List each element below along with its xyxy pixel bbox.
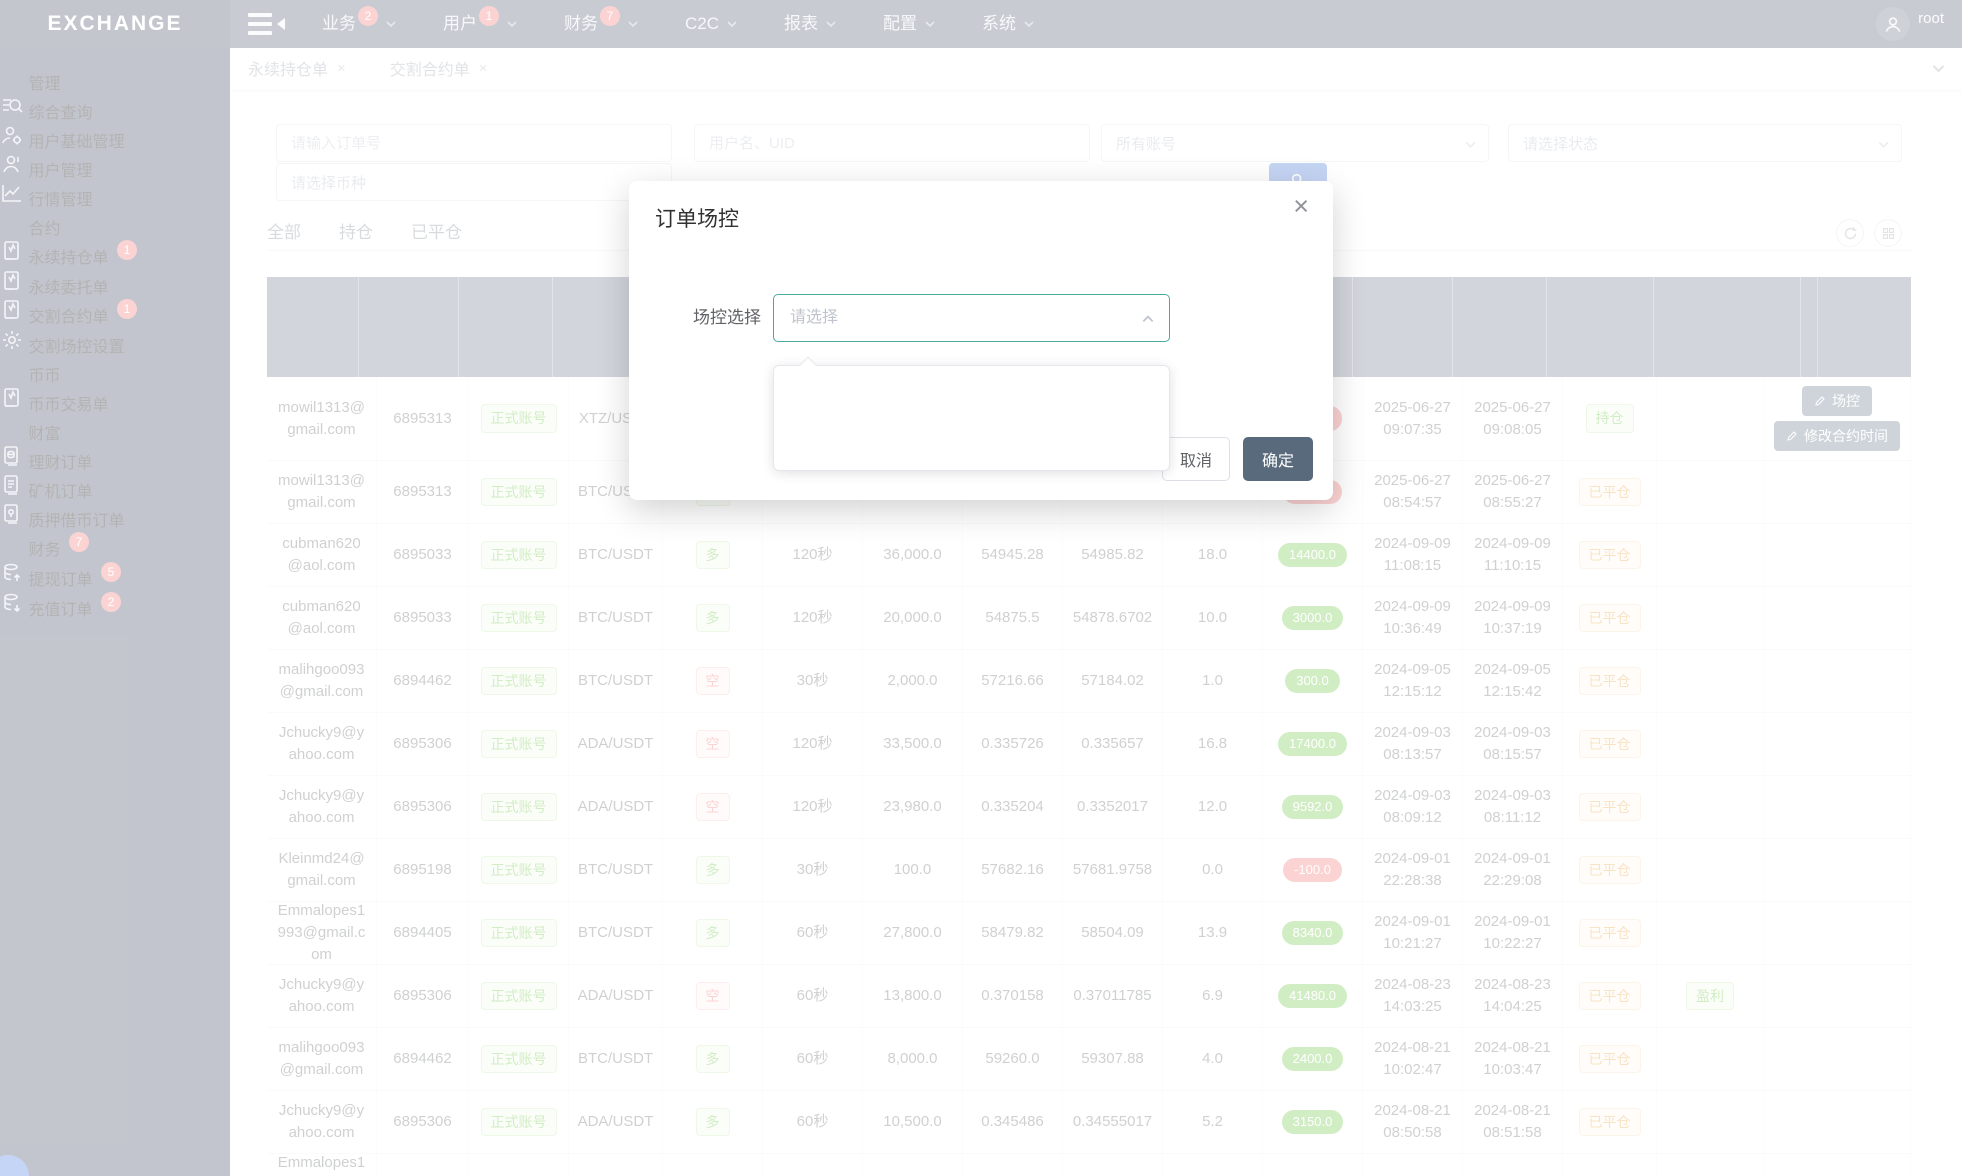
- cancel-button[interactable]: 取消: [1162, 437, 1230, 481]
- app-root: EXCHANGE 业务 2 用户 1 财务 7 C2C: [0, 0, 1962, 1176]
- dropdown-notch: [800, 357, 817, 374]
- control-select-label: 场控选择: [629, 294, 761, 342]
- order-control-modal: 订单场控 × 场控选择 请选择 取消 确定: [629, 181, 1333, 500]
- confirm-button[interactable]: 确定: [1243, 437, 1313, 481]
- modal-overlay: [0, 0, 1962, 1176]
- modal-title: 订单场控: [655, 203, 739, 233]
- close-icon[interactable]: ×: [1293, 193, 1309, 220]
- dropdown-option[interactable]: [774, 418, 1169, 464]
- control-select[interactable]: 请选择: [773, 294, 1170, 342]
- control-select-placeholder: 请选择: [790, 295, 838, 341]
- dropdown-option[interactable]: [774, 372, 1169, 418]
- chevron-up-icon: [1141, 312, 1155, 326]
- control-select-dropdown: [773, 365, 1170, 471]
